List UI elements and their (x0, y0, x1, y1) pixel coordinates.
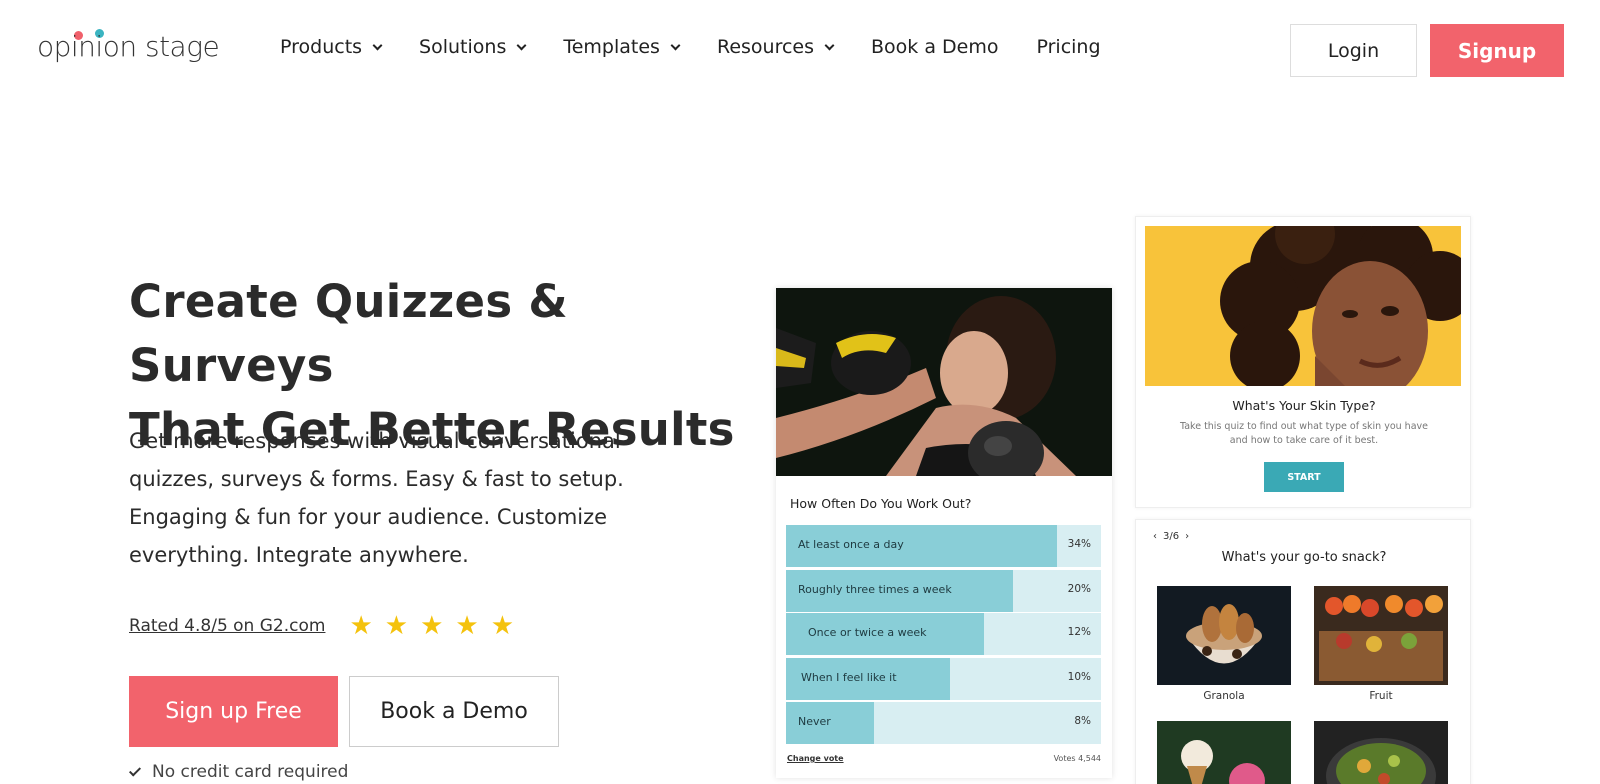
skin-quiz-title: What's Your Skin Type? (1232, 398, 1376, 413)
logo-text: opinion stage (37, 30, 220, 63)
boxer-photo (776, 288, 1112, 476)
ice-cream-option-image[interactable] (1157, 721, 1291, 784)
nav-item-book-demo[interactable]: Book a Demo (871, 36, 998, 58)
granola-label: Granola (1203, 690, 1245, 702)
nav-item-label: Pricing (1036, 36, 1101, 58)
chevron-right-icon[interactable]: › (1185, 531, 1189, 542)
snack-quiz-card: ‹ 3/6 › What's your go-to snack? Granola (1135, 519, 1471, 784)
poll-option-percent: 10% (1067, 671, 1091, 683)
hero-subtitle: Get more responses with visual conversat… (129, 429, 624, 567)
fruit-illustration (1314, 586, 1448, 685)
chevron-down-icon (516, 40, 527, 50)
boxer-illustration (776, 288, 1112, 476)
poll-option-percent: 20% (1067, 583, 1091, 595)
login-button[interactable]: Login (1290, 24, 1417, 77)
fruit-option-image[interactable] (1314, 586, 1448, 685)
chevron-down-icon (372, 40, 383, 50)
poll-option-label: At least once a day (798, 538, 904, 551)
salad-option-image[interactable] (1314, 721, 1448, 784)
snack-question: What's your go-to snack? (1221, 550, 1387, 565)
rating-row: Rated 4.8/5 on G2.com ★ ★ ★ ★ ★ (129, 613, 514, 639)
ice-cream-illustration (1157, 721, 1291, 784)
sign-up-free-button[interactable]: Sign up Free (129, 676, 338, 747)
poll-option[interactable]: When I feel like it 10% (786, 658, 1101, 700)
poll-option-label: Roughly three times a week (798, 583, 952, 596)
chevron-left-icon[interactable]: ‹ (1153, 531, 1157, 542)
change-vote-link[interactable]: Change vote (787, 754, 844, 763)
star-icon: ★ (455, 611, 479, 641)
poll-question: How Often Do You Work Out? (790, 496, 972, 511)
top-navigation: opinion stage Products Solutions Templat… (0, 0, 1600, 100)
skin-quiz-description: Take this quiz to find out what type of … (1179, 421, 1428, 446)
signup-button[interactable]: Signup (1430, 24, 1564, 77)
poll-preview-card: How Often Do You Work Out? At least once… (776, 288, 1112, 778)
star-icon: ★ (349, 611, 373, 641)
opinion-stage-logo[interactable]: opinion stage (37, 26, 237, 66)
salad-illustration (1314, 721, 1448, 784)
nav-menu: Products Solutions Templates Resources B… (280, 36, 1139, 58)
chevron-down-icon (670, 40, 681, 50)
star-icon: ★ (384, 611, 409, 641)
nav-item-label: Solutions (419, 36, 507, 58)
no-credit-card-text: No credit card required (152, 762, 349, 782)
fruit-label: Fruit (1369, 690, 1393, 702)
poll-option[interactable]: Never 8% (786, 702, 1101, 744)
granola-option-image[interactable] (1157, 586, 1291, 685)
pager-text: 3/6 (1163, 531, 1180, 542)
poll-option-label: When I feel like it (801, 671, 897, 684)
nav-item-label: Products (280, 36, 363, 58)
g2-rating-link[interactable]: Rated 4.8/5 on G2.com (129, 616, 325, 636)
nav-item-resources[interactable]: Resources (716, 36, 835, 58)
woman-portrait-photo (1145, 226, 1461, 386)
poll-option-label: Never (798, 715, 831, 728)
nav-item-pricing[interactable]: Pricing (1036, 36, 1100, 58)
portrait-illustration (1145, 226, 1461, 386)
nav-item-label: Resources (716, 36, 815, 58)
poll-option[interactable]: Once or twice a week 12% (786, 613, 1101, 655)
poll-option-percent: 34% (1067, 538, 1091, 550)
poll-option[interactable]: Roughly three times a week 20% (786, 570, 1101, 612)
star-icon: ★ (490, 611, 515, 641)
poll-option-label: Once or twice a week (808, 626, 927, 639)
poll-option-percent: 12% (1067, 626, 1091, 638)
question-pager: ‹ 3/6 › (1153, 531, 1189, 542)
start-quiz-button[interactable]: START (1264, 462, 1344, 492)
vote-count: Votes 4,544 (1053, 754, 1101, 763)
skin-quiz-card: What's Your Skin Type? Take this quiz to… (1135, 216, 1471, 508)
nav-item-solutions[interactable]: Solutions (419, 36, 527, 58)
book-demo-button[interactable]: Book a Demo (349, 676, 559, 747)
chevron-down-icon (824, 40, 835, 50)
nav-item-label: Book a Demo (871, 36, 999, 58)
poll-option[interactable]: At least once a day 34% (786, 525, 1101, 567)
checkmark-icon (128, 763, 142, 777)
nav-item-products[interactable]: Products (280, 36, 383, 58)
hero-title-line-1: Create Quizzes & Surveys (129, 275, 568, 392)
granola-illustration (1157, 586, 1291, 685)
no-credit-card-note: No credit card required (128, 762, 349, 782)
star-icon: ★ (420, 611, 444, 641)
nav-item-label: Templates (563, 36, 660, 58)
poll-option-percent: 8% (1074, 715, 1091, 727)
nav-item-templates[interactable]: Templates (563, 36, 681, 58)
